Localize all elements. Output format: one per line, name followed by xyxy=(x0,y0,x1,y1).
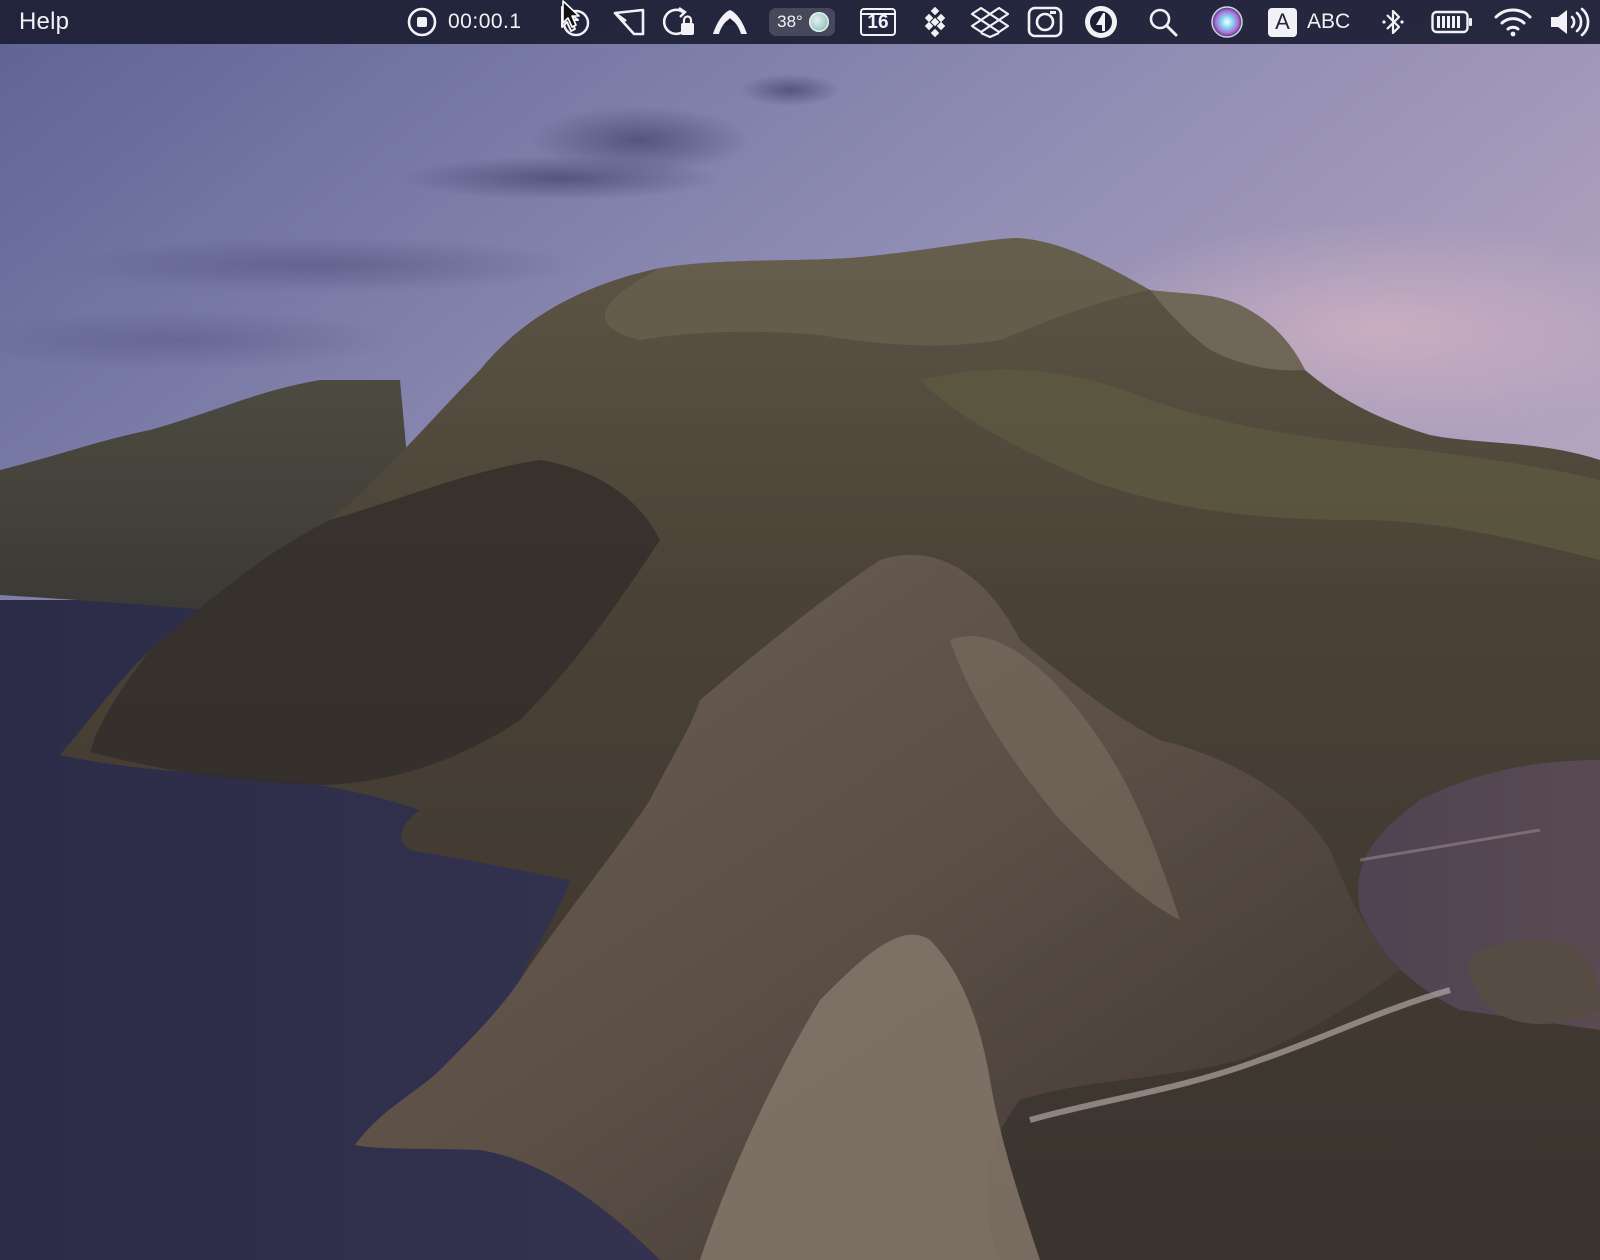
spotlight-search-icon[interactable] xyxy=(1146,0,1180,44)
mirror-icon[interactable] xyxy=(611,0,647,44)
calendar-icon[interactable]: 16 xyxy=(858,0,898,44)
siri-icon[interactable] xyxy=(1208,0,1246,44)
lock-refresh-icon[interactable] xyxy=(660,0,698,44)
wifi-icon[interactable] xyxy=(1492,0,1534,44)
screenshot-icon[interactable] xyxy=(1026,0,1064,44)
moon-icon xyxy=(808,12,829,32)
stop-record-icon[interactable] xyxy=(404,0,440,44)
volume-icon[interactable] xyxy=(1548,0,1592,44)
menu-bar: Help 00:00.1 38° 16 A ABC xyxy=(0,0,1600,44)
input-source-letter: A xyxy=(1268,7,1297,37)
dropbox-icon[interactable] xyxy=(970,0,1010,44)
recording-timer[interactable]: 00:00.1 xyxy=(448,0,538,44)
battery-icon[interactable] xyxy=(1430,0,1474,44)
weather-temperature: 38° xyxy=(777,12,803,31)
input-source-name: ABC xyxy=(1307,10,1351,33)
one-password-icon[interactable] xyxy=(1082,0,1120,44)
desktop-wallpaper xyxy=(0,0,1600,1260)
status-menu-area: 00:00.1 38° 16 A ABC xyxy=(0,0,1600,44)
recording-timer-text: 00:00.1 xyxy=(448,10,522,33)
mountain-app-icon[interactable] xyxy=(711,0,749,44)
mouse-pointer-icon xyxy=(561,0,581,30)
dotted-grid-icon[interactable] xyxy=(920,0,950,44)
bluetooth-icon[interactable] xyxy=(1378,0,1408,44)
input-source-menu[interactable]: A ABC xyxy=(1268,0,1358,44)
calendar-day: 16 xyxy=(867,12,889,33)
weather-widget[interactable]: 38° xyxy=(762,0,842,44)
